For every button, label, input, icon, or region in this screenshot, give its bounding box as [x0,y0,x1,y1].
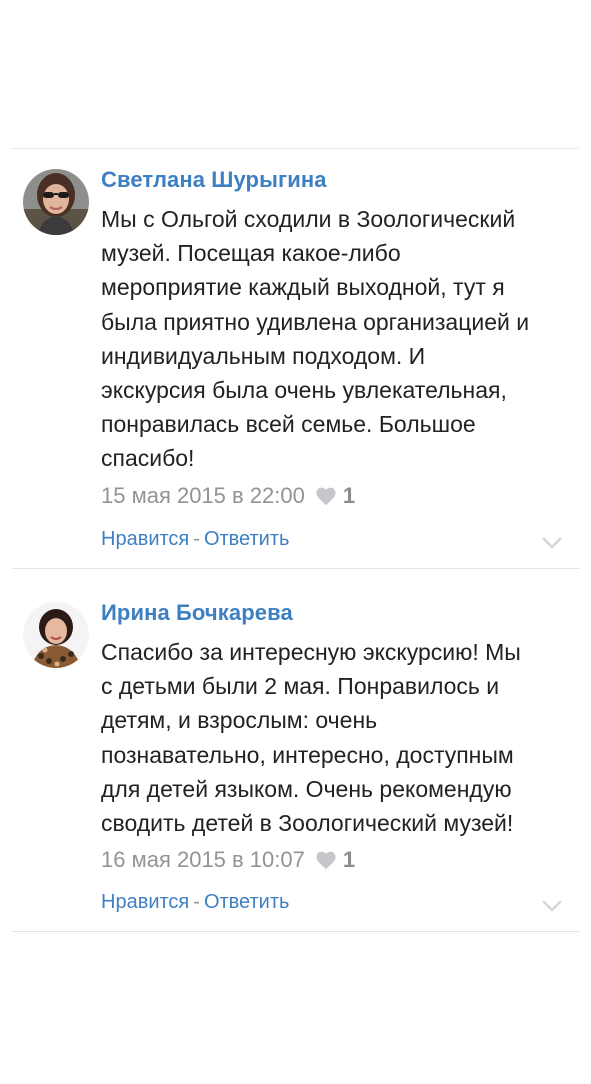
comment-actions: Нравится - Ответить [101,528,289,551]
comment-item: Светлана Шурыгина Мы с Ольгой сходили в … [0,149,591,569]
like-button[interactable]: Нравится [101,891,189,913]
avatar[interactable] [23,602,89,668]
like-button[interactable]: Нравится [101,528,189,550]
reply-button[interactable]: Ответить [204,528,290,550]
comment-text: Спасибо за интересную экскурсию! Мы с де… [101,639,521,837]
comment-author[interactable]: Светлана Шурыгина [101,167,327,193]
avatar[interactable] [23,169,89,235]
comment-author[interactable]: Ирина Бочкарева [101,600,293,626]
chevron-down-icon[interactable] [542,900,562,912]
avatar-photo [23,602,89,668]
comment-actions: Нравится - Ответить [101,891,289,914]
like-count: 1 [342,483,356,508]
comment-divider [12,568,579,569]
comment-meta: 15 мая 2015 в 22:00 1 [101,481,355,511]
like-count: 1 [342,847,356,872]
reply-button[interactable]: Ответить [204,891,290,913]
comment-divider [12,931,579,932]
avatar-photo [23,169,89,235]
action-separator: - [193,891,200,913]
action-separator: - [193,528,200,550]
heart-icon[interactable] [315,850,337,870]
comment-date[interactable]: 15 мая 2015 в 22:00 [101,483,305,509]
comment-meta: 16 мая 2015 в 10:07 1 [101,845,355,875]
comment-text: Мы с Ольгой сходили в Зоологический музе… [101,206,530,472]
chevron-down-icon[interactable] [542,537,562,549]
heart-icon[interactable] [315,486,337,506]
comment-item: Ирина Бочкарева Спасибо за интересную эк… [0,582,591,932]
comment-date[interactable]: 16 мая 2015 в 10:07 [101,847,305,873]
